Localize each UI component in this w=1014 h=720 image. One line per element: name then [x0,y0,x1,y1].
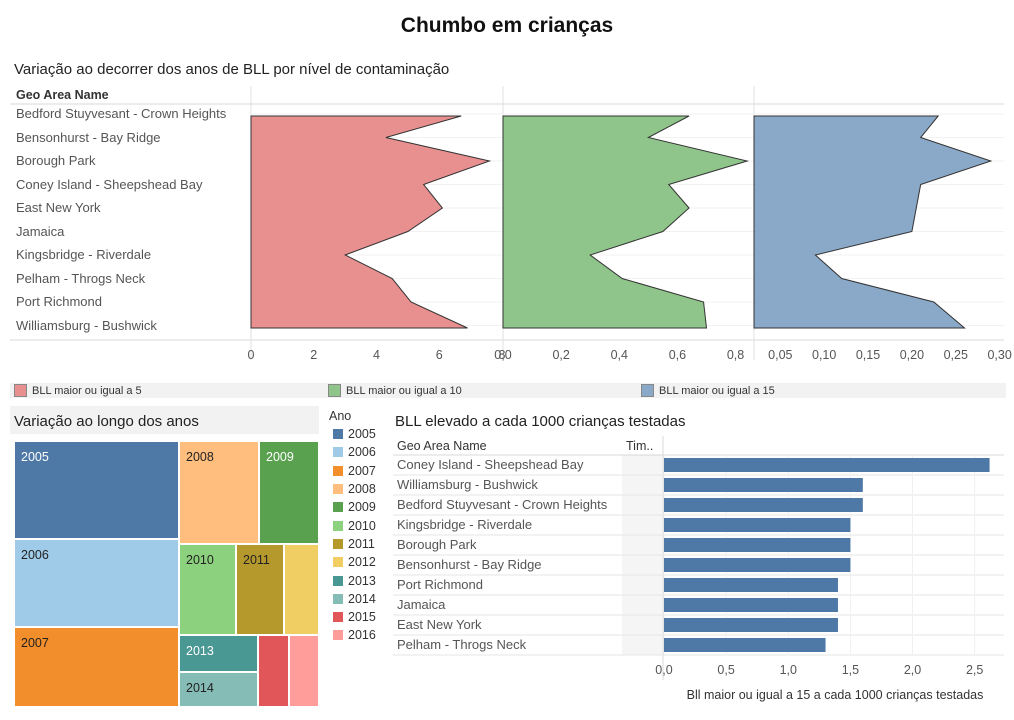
bar-port-richmond[interactable] [664,578,838,592]
bar-x-axis-label: Bll maior ou igual a 15 a cada 1000 cria… [686,688,984,702]
bar-jamaica[interactable] [664,598,838,612]
bar-bensonhurst-bay-ridge[interactable] [664,558,851,572]
bar-tick-label: 2,5 [966,663,983,677]
bar-borough-park[interactable] [664,538,851,552]
bar-tick-label: 1,0 [780,663,797,677]
bar-bedford-stuyvesant-crown-heights[interactable] [664,498,863,512]
bar-east-new-york[interactable] [664,618,838,632]
bar-pelham-throgs-neck[interactable] [664,638,826,652]
bar-tick-label: 2,0 [904,663,921,677]
bar-coney-island-sheepshead-bay[interactable] [664,458,990,472]
bar-tick-label: 0,5 [717,663,734,677]
bar-kingsbridge-riverdale[interactable] [664,518,851,532]
bar-tick-label: 0,0 [655,663,672,677]
bar-chart: 0,0 0,5 1,0 1,5 2,0 2,5 [393,436,1004,680]
bar-tick-label: 1,5 [842,663,859,677]
bar-williamsburg-bushwick[interactable] [664,478,863,492]
